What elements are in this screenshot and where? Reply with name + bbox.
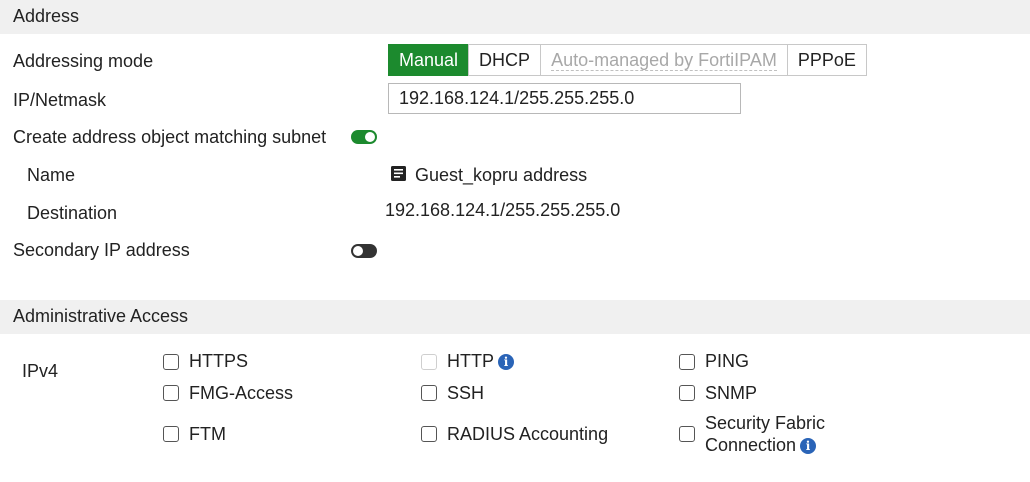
destination-value: 192.168.124.1/255.255.255.0 [385, 200, 621, 220]
security-fabric-label-line2-wrap: Connection i [705, 434, 825, 456]
toggle-knob [365, 132, 375, 142]
secondary-ip-toggle[interactable] [351, 244, 377, 258]
ping-label: PING [705, 351, 750, 371]
create-address-object-toggle[interactable] [351, 130, 377, 144]
ipv4-label: IPv4 [22, 361, 59, 381]
security-fabric-label-line2: Connection [705, 435, 797, 455]
address-section-title: Address [13, 6, 80, 26]
http-option: HTTP i [447, 351, 514, 372]
ftm-checkbox[interactable] [163, 426, 179, 442]
fmg-access-label: FMG-Access [189, 383, 294, 403]
destination-label: Destination [27, 203, 118, 223]
address-section-header: Address [0, 0, 1030, 34]
ftm-label: FTM [189, 424, 226, 444]
create-address-object-label: Create address object matching subnet [13, 127, 327, 147]
toggle-knob [353, 246, 363, 256]
snmp-checkbox[interactable] [679, 385, 695, 401]
radius-accounting-checkbox[interactable] [421, 426, 437, 442]
admin-access-section-header: Administrative Access [0, 300, 1030, 334]
https-checkbox[interactable] [163, 354, 179, 370]
addressing-mode-pppoe-button[interactable]: PPPoE [786, 44, 867, 76]
name-label: Name [27, 165, 76, 185]
ssh-checkbox[interactable] [421, 385, 437, 401]
info-icon[interactable]: i [800, 438, 817, 454]
fmg-access-checkbox[interactable] [163, 385, 179, 401]
snmp-label: SNMP [705, 383, 758, 403]
addressing-mode-dhcp-button[interactable]: DHCP [468, 44, 542, 76]
addressing-mode-manual-button[interactable]: Manual [388, 44, 470, 76]
addressing-mode-fortiipam-button: Auto-managed by FortiIPAM [540, 44, 788, 76]
secondary-ip-label: Secondary IP address [13, 240, 190, 260]
security-fabric-checkbox[interactable] [679, 426, 695, 442]
http-label: HTTP [447, 351, 494, 371]
ip-netmask-input[interactable]: 192.168.124.1/255.255.255.0 [388, 83, 741, 114]
admin-access-section-title: Administrative Access [13, 306, 189, 326]
https-label: HTTPS [189, 351, 249, 371]
security-fabric-label-line1: Security Fabric [705, 413, 826, 433]
name-value: Guest_kopru address [415, 165, 588, 185]
ip-netmask-label: IP/Netmask [13, 90, 107, 110]
http-checkbox [421, 354, 437, 370]
fortiipam-label: Auto-managed by FortiIPAM [551, 50, 777, 71]
address-object-icon [391, 166, 406, 181]
ssh-label: SSH [447, 383, 485, 403]
addressing-mode-label: Addressing mode [13, 51, 154, 71]
security-fabric-option: Security Fabric Connection i [705, 412, 825, 456]
ping-checkbox[interactable] [679, 354, 695, 370]
radius-accounting-label: RADIUS Accounting [447, 424, 609, 444]
info-icon[interactable]: i [498, 354, 514, 370]
addressing-mode-selector: Manual DHCP Auto-managed by FortiIPAM PP… [388, 44, 867, 76]
